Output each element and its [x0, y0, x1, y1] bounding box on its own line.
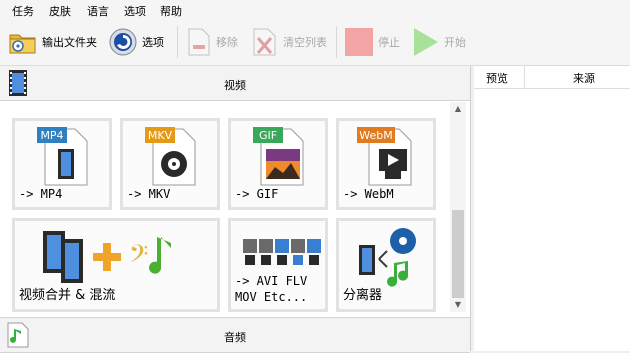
stop-button[interactable]: 停止 — [344, 26, 400, 58]
start-button[interactable]: 开始 — [410, 26, 466, 58]
video-merge-icon: 𝄢 — [43, 231, 171, 283]
source-column-label: 来源 — [573, 72, 595, 85]
convert-mkv-tile[interactable]: MKV -> MKV — [120, 118, 220, 210]
scroll-down-arrow-icon[interactable]: ▼ — [450, 298, 466, 312]
merge-tile-label: 视频合并 & 混流 — [19, 288, 116, 303]
mp4-file-icon: MP4 — [37, 127, 88, 186]
menu-task[interactable]: 任务 — [12, 3, 34, 19]
column-header-source[interactable]: 来源 — [525, 66, 630, 89]
stop-label: 停止 — [378, 36, 400, 49]
gif-badge-text: GIF — [259, 129, 277, 142]
convert-gif-tile[interactable]: GIF -> GIF — [228, 118, 328, 210]
options-button[interactable]: 选项 — [108, 26, 164, 58]
multi-format-icons — [243, 239, 321, 265]
toolbar-divider — [336, 26, 337, 58]
svg-text:𝄢: 𝄢 — [129, 240, 148, 275]
output-folder-label: 输出文件夹 — [42, 36, 97, 49]
menu-bar: 任务 皮肤 语言 选项 帮助 — [0, 0, 630, 20]
stop-icon — [345, 28, 373, 56]
start-play-icon — [414, 28, 438, 56]
video-merge-mux-tile[interactable]: 𝄢 视频合并 & 混流 — [12, 218, 220, 312]
column-header-preview[interactable]: 预览 — [474, 66, 525, 89]
audio-section-header[interactable]: 音频 — [0, 317, 470, 353]
mkv-tile-label: -> MKV — [127, 187, 171, 201]
remove-button[interactable]: 移除 — [186, 26, 238, 58]
other-formats-tile-label: -> AVI FLV MOV Etc... — [235, 273, 307, 305]
folder-icon — [9, 34, 36, 54]
convert-other-formats-tile[interactable]: -> AVI FLV MOV Etc... — [228, 218, 328, 312]
start-label: 开始 — [444, 36, 466, 49]
scrollbar-thumb[interactable] — [452, 210, 464, 298]
webm-tile-label: -> WebM — [343, 187, 394, 201]
audio-section-title: 音频 — [224, 331, 246, 344]
webm-badge-text: WebM — [359, 129, 392, 142]
webm-file-icon: WebM — [357, 127, 412, 186]
splitter-tile[interactable]: 分离器 — [336, 218, 436, 312]
preview-column-label: 预览 — [486, 72, 508, 85]
gif-file-icon: GIF — [253, 127, 304, 186]
mkv-badge-text: MKV — [148, 129, 173, 142]
clear-list-label: 清空列表 — [283, 36, 327, 49]
options-label: 选项 — [142, 36, 164, 49]
video-section-header[interactable]: 视频 — [0, 66, 470, 101]
splitter-tile-label: 分离器 — [343, 288, 383, 303]
function-panel: 视频 MP4 -> MP4 MKV -> MKV GIF -> GIF WebM… — [0, 66, 471, 353]
options-gear-icon — [109, 28, 137, 56]
function-panel-scrollbar[interactable]: ▲ ▼ — [450, 102, 466, 312]
toolbar-divider — [177, 26, 178, 58]
other-formats-label-line1: -> AVI FLV — [235, 274, 308, 288]
remove-label: 移除 — [216, 36, 238, 49]
clear-list-button[interactable]: 清空列表 — [251, 26, 327, 58]
mp4-tile-label: -> MP4 — [19, 187, 63, 201]
video-section-title: 视频 — [224, 79, 246, 92]
menu-help[interactable]: 帮助 — [160, 3, 182, 19]
menu-language[interactable]: 语言 — [87, 3, 109, 19]
clear-list-icon — [253, 28, 276, 56]
toolbar: 输出文件夹 选项 移除 清空列表 停止 开始 — [0, 20, 630, 66]
file-list-panel: 预览 来源 — [474, 66, 630, 351]
other-formats-label-line2: MOV Etc... — [235, 290, 308, 304]
gif-tile-label: -> GIF — [235, 187, 279, 201]
output-folder-button[interactable]: 输出文件夹 — [8, 26, 97, 58]
mkv-file-icon: MKV — [145, 127, 196, 186]
scroll-up-arrow-icon[interactable]: ▲ — [450, 102, 466, 116]
menu-skin[interactable]: 皮肤 — [49, 3, 71, 19]
convert-mp4-tile[interactable]: MP4 -> MP4 — [12, 118, 112, 210]
mp4-badge-text: MP4 — [40, 129, 63, 142]
convert-webm-tile[interactable]: WebM -> WebM — [336, 118, 436, 210]
splitter-icon — [359, 228, 416, 287]
menu-options[interactable]: 选项 — [124, 3, 146, 19]
remove-document-icon — [188, 28, 210, 56]
